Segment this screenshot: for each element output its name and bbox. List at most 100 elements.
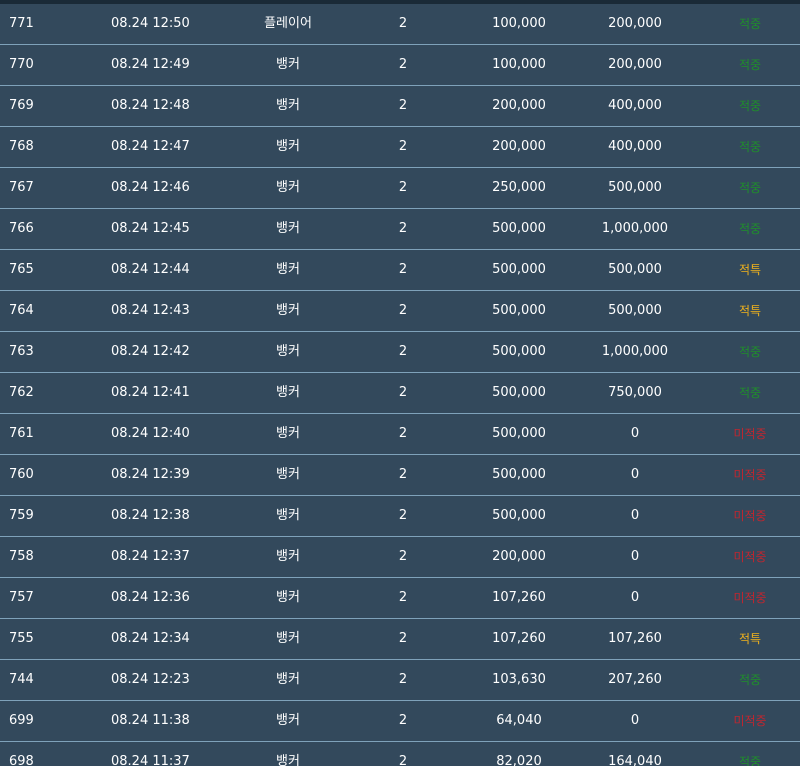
result-badge: 미적중 xyxy=(733,427,767,441)
bet-amount: 500,000 xyxy=(492,426,546,441)
bet-amount: 200,000 xyxy=(492,98,546,113)
odds: 2 xyxy=(398,467,408,482)
bet-amount: 500,000 xyxy=(492,221,546,236)
result-badge: 적중 xyxy=(738,755,762,766)
win-amount: 500,000 xyxy=(608,262,662,277)
odds: 2 xyxy=(398,139,408,154)
win-amount: 200,000 xyxy=(608,57,662,72)
bet-time: 08.24 12:34 xyxy=(111,631,190,646)
round-number: 771 xyxy=(9,16,34,31)
odds: 2 xyxy=(398,180,408,195)
odds: 2 xyxy=(398,672,408,687)
bet-time: 08.24 12:40 xyxy=(111,426,190,441)
odds: 2 xyxy=(398,303,408,318)
result-badge: 적중 xyxy=(738,17,762,31)
table-row[interactable]: 761 08.24 12:40 뱅커 2 500,000 0 미적중 xyxy=(0,414,800,455)
bet-pick: 뱅커 xyxy=(276,139,300,154)
win-amount: 1,000,000 xyxy=(601,221,669,236)
table-row[interactable]: 757 08.24 12:36 뱅커 2 107,260 0 미적중 xyxy=(0,578,800,619)
table-row[interactable]: 755 08.24 12:34 뱅커 2 107,260 107,260 적특 xyxy=(0,619,800,660)
table-row[interactable]: 768 08.24 12:47 뱅커 2 200,000 400,000 적중 xyxy=(0,127,800,168)
bet-time: 08.24 11:37 xyxy=(111,754,190,766)
round-number: 699 xyxy=(9,713,34,728)
result-badge: 미적중 xyxy=(733,468,767,482)
bet-pick: 뱅커 xyxy=(276,262,300,277)
table-row[interactable]: 699 08.24 11:38 뱅커 2 64,040 0 미적중 xyxy=(0,701,800,742)
result-badge: 적특 xyxy=(738,263,762,277)
win-amount: 0 xyxy=(630,549,640,564)
bet-time: 08.24 12:38 xyxy=(111,508,190,523)
bet-pick: 뱅커 xyxy=(276,590,300,605)
bet-amount: 500,000 xyxy=(492,303,546,318)
bet-time: 08.24 12:48 xyxy=(111,98,190,113)
win-amount: 0 xyxy=(630,426,640,441)
table-row[interactable]: 766 08.24 12:45 뱅커 2 500,000 1,000,000 적… xyxy=(0,209,800,250)
win-amount: 400,000 xyxy=(608,98,662,113)
bet-amount: 103,630 xyxy=(492,672,546,687)
bet-time: 08.24 12:36 xyxy=(111,590,190,605)
result-badge: 적특 xyxy=(738,632,762,646)
round-number: 760 xyxy=(9,467,34,482)
odds: 2 xyxy=(398,426,408,441)
table-row[interactable]: 765 08.24 12:44 뱅커 2 500,000 500,000 적특 xyxy=(0,250,800,291)
win-amount: 500,000 xyxy=(608,303,662,318)
win-amount: 500,000 xyxy=(608,180,662,195)
bet-pick: 뱅커 xyxy=(276,57,300,72)
win-amount: 0 xyxy=(630,508,640,523)
result-badge: 미적중 xyxy=(733,550,767,564)
bet-pick: 뱅커 xyxy=(276,467,300,482)
table-row[interactable]: 758 08.24 12:37 뱅커 2 200,000 0 미적중 xyxy=(0,537,800,578)
bet-pick: 뱅커 xyxy=(276,672,300,687)
round-number: 766 xyxy=(9,221,34,236)
odds: 2 xyxy=(398,631,408,646)
round-number: 769 xyxy=(9,98,34,113)
odds: 2 xyxy=(398,57,408,72)
table-row[interactable]: 767 08.24 12:46 뱅커 2 250,000 500,000 적중 xyxy=(0,168,800,209)
bet-time: 08.24 12:45 xyxy=(111,221,190,236)
odds: 2 xyxy=(398,385,408,400)
bet-pick: 뱅커 xyxy=(276,344,300,359)
bet-time: 08.24 12:37 xyxy=(111,549,190,564)
bet-pick: 뱅커 xyxy=(276,303,300,318)
bet-pick: 플레이어 xyxy=(264,16,312,31)
win-amount: 207,260 xyxy=(608,672,662,687)
bet-amount: 500,000 xyxy=(492,344,546,359)
bet-time: 08.24 12:43 xyxy=(111,303,190,318)
odds: 2 xyxy=(398,344,408,359)
table-row[interactable]: 759 08.24 12:38 뱅커 2 500,000 0 미적중 xyxy=(0,496,800,537)
odds: 2 xyxy=(398,713,408,728)
table-row[interactable]: 771 08.24 12:50 플레이어 2 100,000 200,000 적… xyxy=(0,4,800,45)
result-badge: 적특 xyxy=(738,304,762,318)
win-amount: 107,260 xyxy=(608,631,662,646)
table-row[interactable]: 762 08.24 12:41 뱅커 2 500,000 750,000 적중 xyxy=(0,373,800,414)
win-amount: 750,000 xyxy=(608,385,662,400)
round-number: 762 xyxy=(9,385,34,400)
bet-amount: 82,020 xyxy=(496,754,542,766)
odds: 2 xyxy=(398,754,408,766)
table-row[interactable]: 760 08.24 12:39 뱅커 2 500,000 0 미적중 xyxy=(0,455,800,496)
bet-pick: 뱅커 xyxy=(276,385,300,400)
result-badge: 적중 xyxy=(738,140,762,154)
bet-pick: 뱅커 xyxy=(276,98,300,113)
bet-time: 08.24 12:47 xyxy=(111,139,190,154)
table-row[interactable]: 744 08.24 12:23 뱅커 2 103,630 207,260 적중 xyxy=(0,660,800,701)
round-number: 759 xyxy=(9,508,34,523)
odds: 2 xyxy=(398,508,408,523)
bet-amount: 107,260 xyxy=(492,631,546,646)
bet-amount: 107,260 xyxy=(492,590,546,605)
table-row[interactable]: 698 08.24 11:37 뱅커 2 82,020 164,040 적중 xyxy=(0,742,800,766)
round-number: 770 xyxy=(9,57,34,72)
bet-amount: 500,000 xyxy=(492,385,546,400)
win-amount: 0 xyxy=(630,467,640,482)
table-row[interactable]: 763 08.24 12:42 뱅커 2 500,000 1,000,000 적… xyxy=(0,332,800,373)
table-row[interactable]: 769 08.24 12:48 뱅커 2 200,000 400,000 적중 xyxy=(0,86,800,127)
result-badge: 적중 xyxy=(738,345,762,359)
table-row[interactable]: 770 08.24 12:49 뱅커 2 100,000 200,000 적중 xyxy=(0,45,800,86)
bet-time: 08.24 12:42 xyxy=(111,344,190,359)
round-number: 757 xyxy=(9,590,34,605)
bet-pick: 뱅커 xyxy=(276,221,300,236)
table-row[interactable]: 764 08.24 12:43 뱅커 2 500,000 500,000 적특 xyxy=(0,291,800,332)
bet-time: 08.24 12:50 xyxy=(111,16,190,31)
bet-time: 08.24 12:49 xyxy=(111,57,190,72)
bet-amount: 500,000 xyxy=(492,262,546,277)
